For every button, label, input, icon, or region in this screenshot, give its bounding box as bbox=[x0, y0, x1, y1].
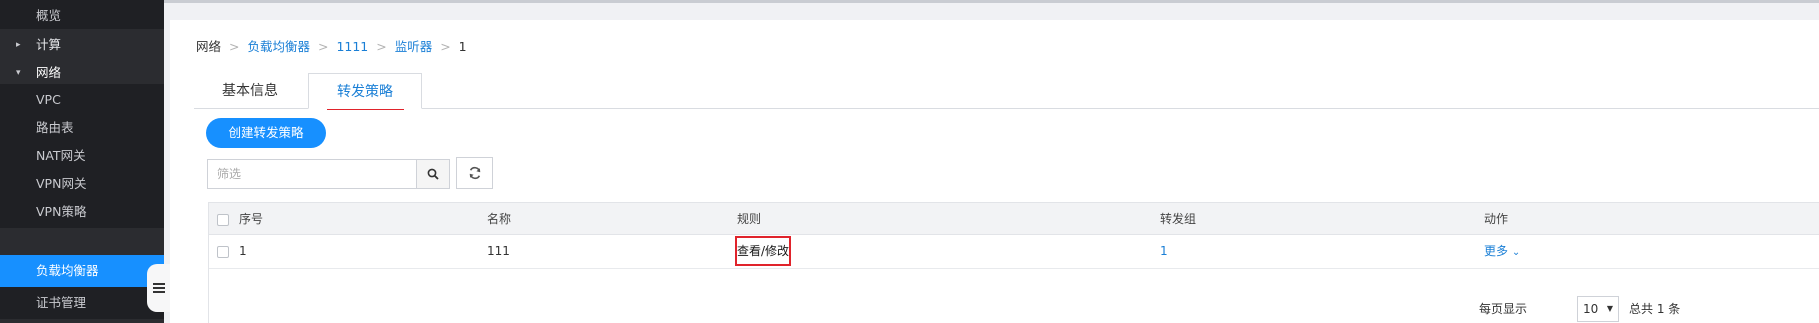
sidebar-item-label: 计算 bbox=[36, 37, 62, 52]
breadcrumb-listener[interactable]: 监听器 bbox=[395, 39, 433, 54]
create-forwarding-policy-button[interactable]: 创建转发策略 bbox=[206, 118, 326, 148]
sidebar-item-vpn-policy[interactable]: VPN策略 bbox=[0, 196, 164, 228]
main-panel: 网络 > 负载均衡器 > 1111 > 监听器 > 1 基本信息 转发策略 创建… bbox=[170, 20, 1819, 323]
more-label: 更多 bbox=[1484, 244, 1509, 258]
tab-forwarding-policy[interactable]: 转发策略 bbox=[308, 73, 422, 109]
sidebar-item-label: VPN网关 bbox=[36, 176, 87, 191]
sidebar-item-label: VPC bbox=[36, 92, 61, 107]
row-name: 111 bbox=[487, 244, 510, 258]
column-header-rule: 规则 bbox=[737, 212, 762, 226]
sidebar-item-certificate[interactable]: 证书管理 bbox=[0, 287, 164, 319]
column-header-action: 动作 bbox=[1484, 212, 1509, 226]
table-header: 序号 名称 规则 转发组 动作 bbox=[209, 202, 1819, 235]
breadcrumb-separator: > bbox=[376, 39, 387, 54]
column-header-name: 名称 bbox=[487, 212, 512, 226]
sidebar-item-label: 概览 bbox=[36, 8, 62, 23]
search-icon bbox=[427, 168, 439, 180]
breadcrumb-current: 1 bbox=[458, 39, 467, 54]
breadcrumb-root[interactable]: 网络 bbox=[196, 39, 221, 54]
breadcrumb-separator: > bbox=[317, 39, 329, 54]
breadcrumb-load-balancer[interactable]: 负载均衡器 bbox=[247, 39, 310, 54]
top-border bbox=[164, 0, 1819, 3]
per-page-value: 10 bbox=[1583, 302, 1599, 316]
row-group-link[interactable]: 1 bbox=[1160, 235, 1168, 267]
sidebar: 概览 ▸ 计算 ▾ 网络 VPC 路由表 NAT网关 VPN网关 VPN策略 负载均… bbox=[0, 0, 164, 323]
menu-collapse-icon bbox=[153, 283, 165, 293]
search-button[interactable] bbox=[416, 159, 450, 189]
more-actions-button[interactable]: 更多 ⌄ bbox=[1484, 235, 1520, 267]
sidebar-item-label: 路由表 bbox=[36, 120, 74, 135]
table-row: 1 111 查看/修改 1 更多 ⌄ bbox=[209, 235, 1819, 269]
column-header-group: 转发组 bbox=[1160, 212, 1197, 226]
sidebar-item-label: 负载均衡器 bbox=[36, 263, 99, 278]
breadcrumb-separator: > bbox=[440, 39, 451, 54]
view-edit-rule-link[interactable]: 查看/修改 bbox=[737, 235, 789, 267]
sidebar-item-label: 网络 bbox=[36, 65, 62, 80]
sidebar-item-label: 证书管理 bbox=[36, 295, 87, 310]
row-checkbox[interactable] bbox=[217, 246, 229, 258]
sidebar-item-label: VPN策略 bbox=[36, 204, 87, 219]
total-count: 总共 1 条 bbox=[1629, 302, 1681, 316]
breadcrumb-separator: > bbox=[229, 39, 240, 54]
tab-basic-info[interactable]: 基本信息 bbox=[222, 73, 278, 109]
sidebar-item-load-balancer[interactable]: 负载均衡器 bbox=[0, 255, 164, 287]
policy-table: 序号 名称 规则 转发组 动作 1 111 查看/修改 1 更多 ⌄ 每页显示 … bbox=[208, 202, 1819, 323]
dropdown-arrow-icon: ▼ bbox=[1606, 304, 1613, 313]
row-index: 1 bbox=[239, 244, 247, 258]
breadcrumb-instance[interactable]: 1111 bbox=[336, 39, 368, 54]
tabs-divider bbox=[194, 108, 1819, 109]
sidebar-item-overview[interactable]: 概览 bbox=[0, 0, 164, 32]
sidebar-item-label: NAT网关 bbox=[36, 148, 86, 163]
per-page-select[interactable]: 10 ▼ bbox=[1577, 296, 1619, 322]
column-header-index: 序号 bbox=[239, 212, 264, 226]
sidebar-collapse-button[interactable] bbox=[147, 264, 171, 312]
select-all-checkbox[interactable] bbox=[217, 214, 229, 226]
filter-input[interactable] bbox=[207, 159, 417, 189]
refresh-icon bbox=[469, 166, 480, 180]
refresh-button[interactable] bbox=[456, 157, 493, 189]
breadcrumb: 网络 > 负载均衡器 > 1111 > 监听器 > 1 bbox=[196, 36, 467, 55]
per-page-label: 每页显示 bbox=[1479, 302, 1528, 316]
chevron-down-icon: ⌄ bbox=[1511, 247, 1521, 258]
